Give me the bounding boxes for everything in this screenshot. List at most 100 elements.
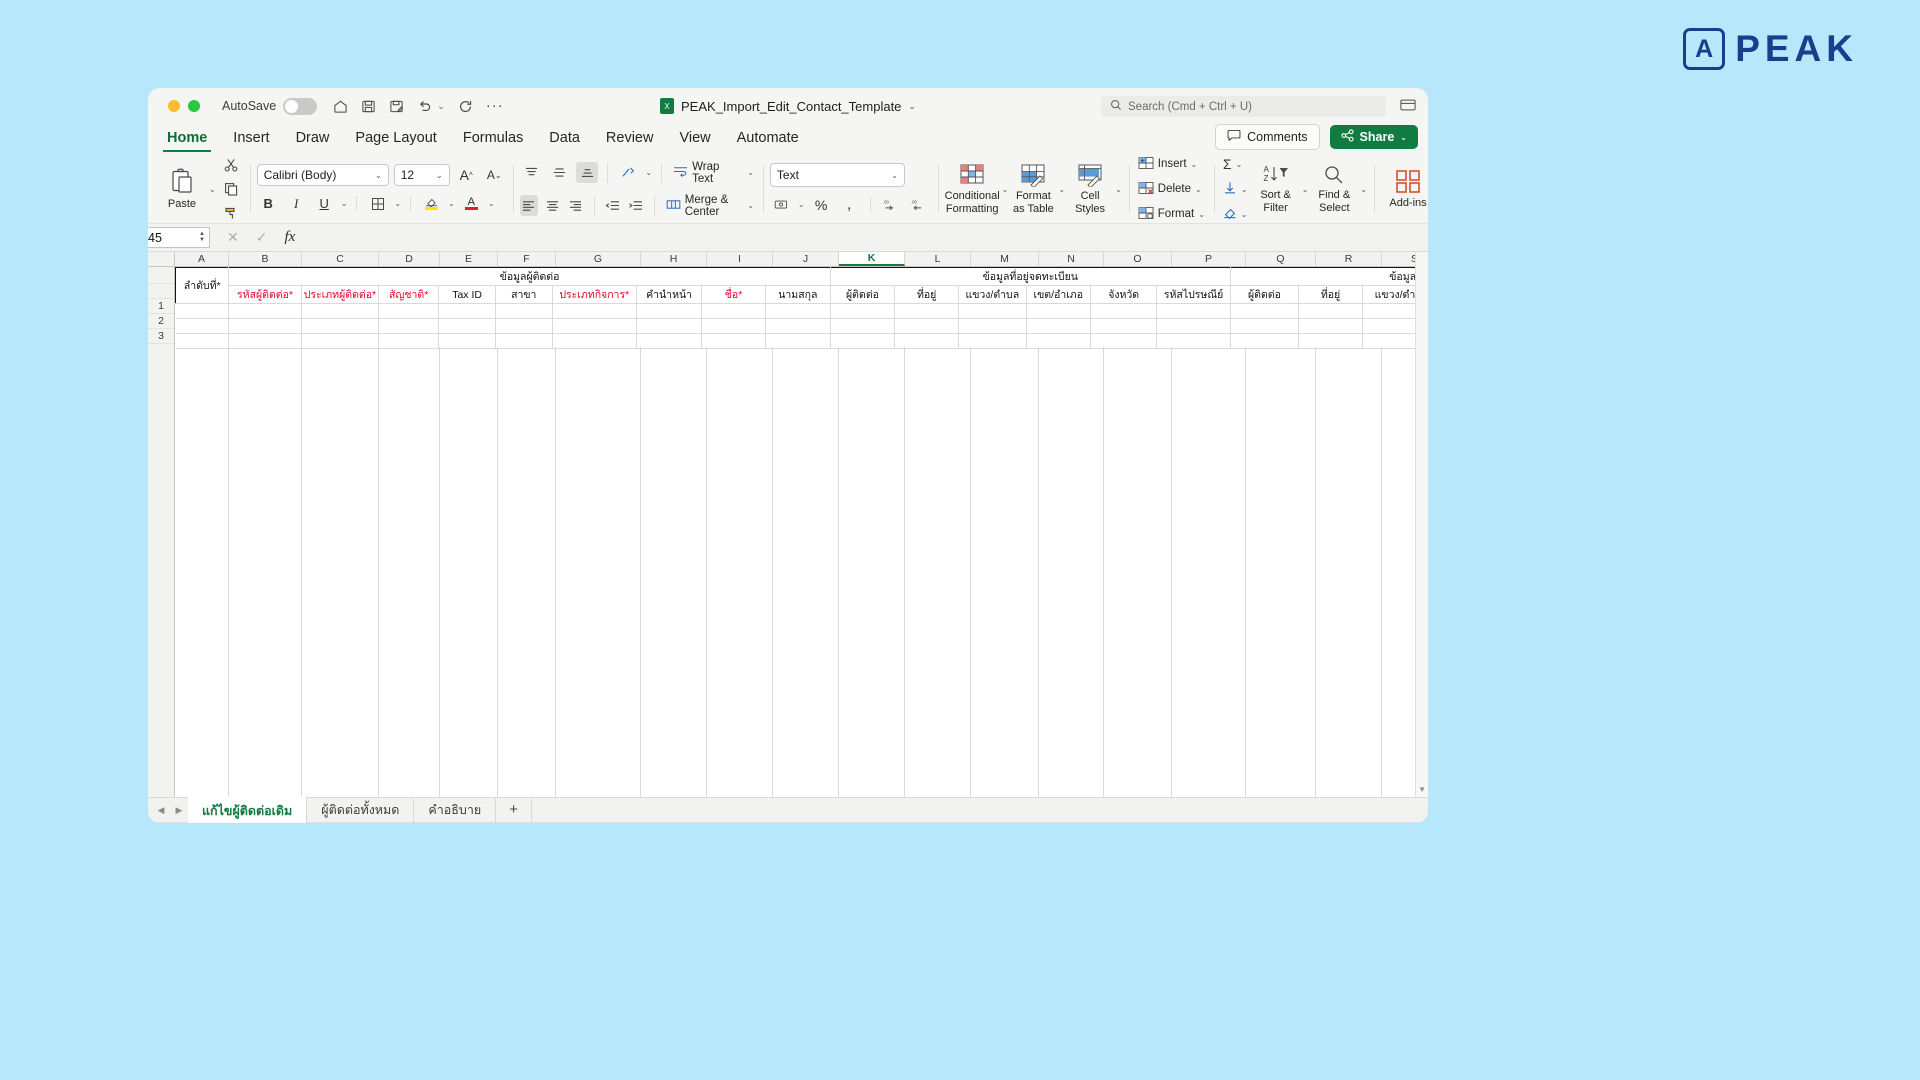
sheet-nav-previous-icon[interactable]: ◀	[152, 805, 170, 816]
align-left-icon[interactable]	[519, 195, 538, 216]
confirm-formula-icon[interactable]: ✓	[256, 229, 268, 246]
ribbon-display-options-icon[interactable]	[1400, 98, 1416, 117]
format-as-table-button[interactable]: Format as Table	[1010, 163, 1056, 215]
format-cells-button[interactable]: Format ⌄	[1136, 205, 1207, 224]
orientation-icon[interactable]	[617, 162, 640, 183]
delete-cells-button[interactable]: Delete ⌄	[1136, 180, 1207, 199]
header-cell-H[interactable]: คำนำหน้า	[635, 285, 703, 304]
decrease-indent-icon[interactable]	[603, 195, 621, 216]
fill-chevron-down-icon[interactable]: ⌄	[1241, 185, 1248, 194]
name-box-spinner-icon[interactable]: ▲ ▼	[199, 231, 205, 243]
number-format-select[interactable]: Text ⌄	[769, 163, 905, 187]
save-as-icon[interactable]	[389, 99, 404, 114]
header-cell-B[interactable]: รหัสผู้ติดต่อ*	[228, 285, 302, 304]
select-all-corner[interactable]	[148, 252, 175, 266]
autosum-chevron-down-icon[interactable]: ⌄	[1236, 160, 1243, 169]
align-bottom-icon[interactable]	[575, 162, 599, 183]
comma-style-button[interactable]: ,	[838, 194, 861, 215]
merge-center-button[interactable]: Merge & Center ⌄	[664, 193, 756, 219]
home-icon[interactable]	[333, 99, 348, 114]
group-header-other-info[interactable]: ข้อมูลที	[1229, 267, 1428, 286]
insert-function-icon[interactable]: fx	[284, 229, 295, 246]
column-header-R[interactable]: R	[1316, 252, 1382, 266]
font-size-chevron-down-icon[interactable]: ⌄	[436, 171, 443, 180]
comments-button[interactable]: Comments	[1215, 124, 1320, 150]
format-chevron-down-icon[interactable]: ⌄	[1198, 210, 1205, 219]
undo-icon[interactable]	[417, 99, 433, 114]
autosave-toggle[interactable]	[283, 97, 318, 115]
underline-button[interactable]: U	[313, 193, 336, 214]
sort-filter-button[interactable]: A Z Sort & Filter	[1253, 164, 1299, 214]
decrease-decimal-icon[interactable]: .00	[908, 194, 931, 215]
column-header-M[interactable]: M	[971, 252, 1039, 266]
borders-icon[interactable]	[366, 193, 389, 214]
maximize-window-button[interactable]	[188, 100, 200, 112]
column-header-D[interactable]: D	[379, 252, 440, 266]
fill-button[interactable]: ⌄	[1221, 180, 1250, 198]
borders-chevron-down-icon[interactable]: ⌄	[394, 199, 401, 208]
increase-font-size-button[interactable]: A ^	[455, 165, 478, 186]
cell-A5[interactable]	[175, 333, 230, 349]
orientation-chevron-down-icon[interactable]: ⌄	[645, 168, 652, 177]
number-format-chevron-down-icon[interactable]: ⌄	[891, 171, 898, 180]
clear-button[interactable]: ⌄	[1221, 205, 1250, 223]
format-painter-icon[interactable]	[220, 203, 243, 224]
column-header-I[interactable]: I	[707, 252, 773, 266]
group-header-registered-address[interactable]: ข้อมูลที่อยู่จดทะเบียน	[829, 267, 1231, 286]
font-color-chevron-down-icon[interactable]: ⌄	[488, 199, 495, 208]
header-cell-Q[interactable]: ผู้ติดต่อ	[1229, 285, 1300, 304]
row-header-2[interactable]: 2	[148, 314, 174, 329]
header-cell-D[interactable]: สัญชาติ*	[378, 285, 440, 304]
quick-access-toolbar[interactable]: ⌄ ···	[333, 98, 504, 114]
conditional-formatting-button[interactable]: Conditional Formatting	[945, 163, 1000, 215]
more-options-icon[interactable]: ···	[486, 98, 504, 113]
column-header-K[interactable]: K	[839, 252, 905, 266]
tab-insert[interactable]: Insert	[220, 128, 282, 152]
column-header-F[interactable]: F	[498, 252, 556, 266]
minimize-window-button[interactable]	[168, 100, 180, 112]
column-header-N[interactable]: N	[1039, 252, 1104, 266]
tab-draw[interactable]: Draw	[283, 128, 343, 152]
column-header-P[interactable]: P	[1172, 252, 1246, 266]
italic-button[interactable]: I	[285, 193, 308, 214]
header-cell-K[interactable]: ผู้ติดต่อ	[829, 285, 896, 304]
header-cell-P[interactable]: รหัสไปรษณีย์	[1156, 285, 1231, 304]
sheet-tab-all-contacts[interactable]: ผู้ติดต่อทั้งหมด	[307, 795, 415, 823]
share-button[interactable]: Share ⌄	[1329, 125, 1418, 149]
column-header-G[interactable]: G	[556, 252, 641, 266]
decrease-font-size-button[interactable]: A ⌄	[483, 165, 506, 186]
find-select-button[interactable]: Find & Select	[1311, 164, 1357, 214]
tab-home[interactable]: Home	[154, 128, 220, 152]
insert-chevron-down-icon[interactable]: ⌄	[1191, 160, 1198, 169]
tab-formulas[interactable]: Formulas	[450, 128, 536, 152]
document-title[interactable]: PEAK_Import_Edit_Contact_Template	[681, 99, 901, 114]
cell-A3[interactable]	[175, 303, 230, 319]
share-chevron-down-icon[interactable]: ⌄	[1400, 133, 1407, 142]
column-header-B[interactable]: B	[229, 252, 302, 266]
ribbon-tab-strip[interactable]: Home Insert Draw Page Layout Formulas Da…	[148, 124, 1428, 152]
clear-chevron-down-icon[interactable]: ⌄	[1241, 210, 1248, 219]
align-center-icon[interactable]	[543, 195, 561, 216]
accounting-format-icon[interactable]	[770, 194, 793, 215]
bold-button[interactable]: B	[257, 193, 280, 214]
tab-automate[interactable]: Automate	[724, 128, 812, 152]
scroll-down-icon[interactable]: ▼	[1418, 785, 1426, 794]
paste-button[interactable]: Paste	[159, 168, 205, 211]
conditional-formatting-chevron-down-icon[interactable]: ⌄	[1002, 185, 1009, 194]
column-header-O[interactable]: O	[1104, 252, 1172, 266]
font-color-icon[interactable]: A	[460, 193, 483, 214]
align-middle-icon[interactable]	[548, 162, 571, 183]
header-cell-C[interactable]: ประเภทผู้ติดต่อ*	[300, 285, 380, 304]
delete-chevron-down-icon[interactable]: ⌄	[1195, 185, 1202, 194]
window-controls[interactable]	[160, 100, 200, 112]
align-right-icon[interactable]	[566, 195, 584, 216]
font-family-chevron-down-icon[interactable]: ⌄	[375, 171, 382, 180]
wrap-text-chevron-down-icon[interactable]: ⌄	[747, 168, 754, 177]
save-icon[interactable]	[361, 99, 376, 114]
header-cell-I[interactable]: ชื่อ*	[701, 285, 766, 304]
cell-styles-chevron-down-icon[interactable]: ⌄	[1115, 185, 1122, 194]
redo-icon[interactable]	[458, 99, 473, 114]
column-header-Q[interactable]: Q	[1246, 252, 1316, 266]
copy-icon[interactable]	[220, 179, 243, 200]
format-as-table-chevron-down-icon[interactable]: ⌄	[1058, 185, 1065, 194]
